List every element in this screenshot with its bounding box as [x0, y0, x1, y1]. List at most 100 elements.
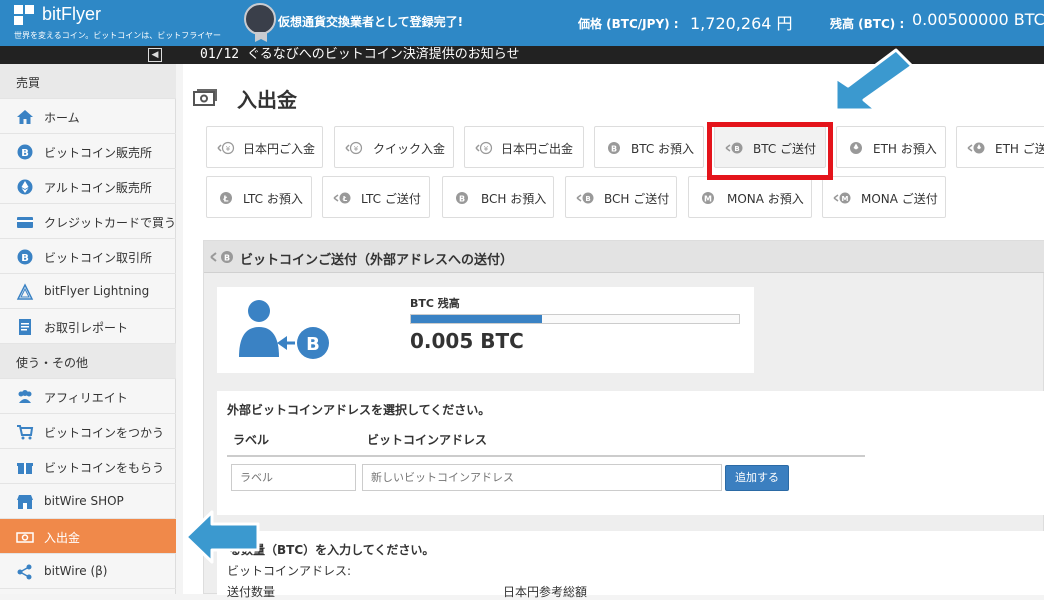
registration-badge-icon [244, 3, 276, 35]
money-icon [16, 532, 34, 543]
mona-deposit-icon: M [702, 192, 714, 204]
tab-quick-deposit[interactable]: ¥ クイック入金 [334, 126, 454, 168]
svg-text:B: B [306, 334, 320, 355]
tab-mona-send[interactable]: M MONA ご送付 [822, 176, 946, 218]
ethereum-icon [17, 179, 33, 195]
tab-bch-send[interactable]: B BCH ご送付 [565, 176, 677, 218]
sidebar-collapse-icon[interactable]: ◀ [148, 48, 162, 62]
tab-bch-deposit[interactable]: B BCH お預入 [442, 176, 554, 218]
add-address-button[interactable]: 追加する [725, 465, 789, 491]
balance-card: B BTC 残高 0.005 BTC [217, 287, 754, 373]
yen-deposit-icon: ¥ [217, 141, 235, 155]
price-value: 1,720,264 円 [690, 14, 793, 33]
credit-card-icon [17, 217, 33, 228]
eth-deposit-icon [850, 142, 862, 154]
label-input[interactable] [231, 464, 356, 491]
sidebar-item-report[interactable]: お取引レポート [0, 309, 176, 344]
news-ticker[interactable]: 01/12 ぐるなびへのビットコイン決済提供のお知らせ [200, 46, 519, 64]
shop-icon [17, 495, 33, 509]
sidebar-item-use-btc[interactable]: ビットコインをつかう [0, 414, 176, 449]
tab-eth-send[interactable]: ETH ご送付 [956, 126, 1044, 168]
home-icon [17, 110, 33, 124]
sidebar-section-other: 使う・その他 [0, 344, 176, 379]
mona-send-icon: M [833, 192, 851, 204]
svg-text:B: B [21, 253, 29, 264]
tab-eth-deposit[interactable]: ETH お預入 [836, 126, 946, 168]
header-separator [227, 455, 865, 457]
sidebar-item-bitwire-shop[interactable]: bitWire SHOP [0, 484, 176, 519]
address-input[interactable] [362, 464, 722, 491]
svg-text:B: B [459, 195, 465, 204]
svg-text:Ł: Ł [222, 195, 228, 204]
svg-text:B: B [585, 195, 590, 203]
bitflyer-logo-icon [14, 5, 36, 27]
badge-ribbon-icon [255, 32, 267, 42]
top-header: bitFlyer 世界を変えるコイン。ビットコインは、ビットフライヤー 仮想通貨… [0, 0, 1044, 46]
svg-text:B: B [21, 148, 29, 159]
address-section: 外部ビットコインアドレスを選択してください。 ラベル ビットコインアドレス 追加… [217, 391, 1044, 515]
jpy-total-label: 日本円参考総額 [503, 585, 588, 599]
sidebar-item-credit-card[interactable]: クレジットカードで買う [0, 204, 176, 239]
annotation-arrow-icon [834, 48, 914, 112]
tab-mona-deposit[interactable]: M MONA お預入 [688, 176, 812, 218]
ltc-deposit-icon: Ł [220, 192, 232, 204]
sidebar-item-lightning[interactable]: bitFlyer Lightning [0, 274, 176, 309]
money-icon [193, 89, 217, 106]
svg-text:B: B [611, 145, 617, 154]
sidebar-item-get-btc[interactable]: ビットコインをもらう [0, 449, 176, 484]
lightning-icon [16, 283, 34, 300]
btc-deposit-icon: B [608, 142, 620, 154]
price-label: 価格 (BTC/JPY) : [578, 17, 679, 31]
ltc-send-icon: Ł [333, 192, 351, 204]
main-content: 入出金 ¥ 日本円ご入金 ¥ クイック入金 ¥ 日本円ご出金 B BTC お預入… [183, 64, 1044, 599]
report-icon [19, 319, 31, 335]
sidebar-item-deposit-withdraw[interactable]: 入出金 [0, 519, 176, 554]
btc-send-panel: B ビットコインご送付（外部アドレスへの送付） B BTC 残高 0.005 B… [203, 240, 1044, 599]
bch-send-icon: B [576, 192, 594, 204]
bitcoin-icon: B [17, 249, 33, 265]
tab-ltc-send[interactable]: Ł LTC ご送付 [322, 176, 430, 218]
address-section-title: 外部ビットコインアドレスを選択してください。 [227, 403, 491, 417]
users-icon [18, 390, 32, 403]
sidebar-item-btc-shop[interactable]: B ビットコイン販売所 [0, 134, 176, 169]
eth-send-icon [967, 142, 985, 154]
svg-text:B: B [224, 254, 230, 263]
sidebar-item-altcoin-shop[interactable]: アルトコイン販売所 [0, 169, 176, 204]
svg-text:M: M [704, 195, 712, 204]
balance-label: 残高 (BTC) : [830, 17, 905, 31]
svg-text:M: M [842, 195, 849, 203]
column-label-header: ラベル [233, 433, 270, 447]
balance-value: 0.00500000 BTC [912, 10, 1044, 29]
cart-icon [17, 425, 34, 440]
sidebar: 売買 ホーム B ビットコイン販売所 アルトコイン販売所 クレジットカードで買う… [0, 64, 176, 594]
tab-jpy-deposit[interactable]: ¥ 日本円ご入金 [206, 126, 323, 168]
sidebar-item-affiliate[interactable]: アフィリエイト [0, 379, 176, 414]
tab-jpy-withdraw[interactable]: ¥ 日本円ご出金 [464, 126, 584, 168]
tagline: 世界を変えるコイン。ビットコインは、ビットフライヤー [14, 31, 222, 40]
panel-header: B ビットコインご送付（外部アドレスへの送付） [204, 241, 1044, 273]
sidebar-section-trade: 売買 [0, 64, 176, 99]
logo-text: bitFlyer [42, 4, 102, 24]
yen-quick-icon: ¥ [345, 141, 363, 155]
user-send-btc-icon: B [239, 300, 329, 359]
balance-progress-bar [410, 314, 740, 324]
share-icon [17, 564, 32, 580]
column-address-header: ビットコインアドレス [367, 433, 488, 447]
svg-text:¥: ¥ [354, 145, 359, 153]
tab-ltc-deposit[interactable]: Ł LTC お預入 [206, 176, 312, 218]
sidebar-item-btc-exchange[interactable]: B ビットコイン取引所 [0, 239, 176, 274]
amount-label: 送付数量 [227, 585, 276, 599]
svg-text:¥: ¥ [226, 145, 231, 153]
registration-announcement[interactable]: 仮想通貨交換業者として登録完了! [278, 13, 463, 30]
annotation-arrow-icon [184, 510, 260, 564]
svg-text:Ł: Ł [342, 195, 348, 203]
sidebar-item-home[interactable]: ホーム [0, 99, 176, 134]
btc-send-icon: B [210, 251, 233, 263]
yen-withdraw-icon: ¥ [475, 141, 493, 155]
balance-amount: 0.005 BTC [410, 329, 524, 353]
tab-btc-deposit[interactable]: B BTC お預入 [594, 126, 704, 168]
balance-progress-fill [411, 315, 543, 323]
bitcoin-icon: B [17, 144, 33, 160]
panel-title: ビットコインご送付（外部アドレスへの送付） [240, 253, 514, 268]
sidebar-item-bitwire[interactable]: bitWire (β) [0, 554, 176, 589]
